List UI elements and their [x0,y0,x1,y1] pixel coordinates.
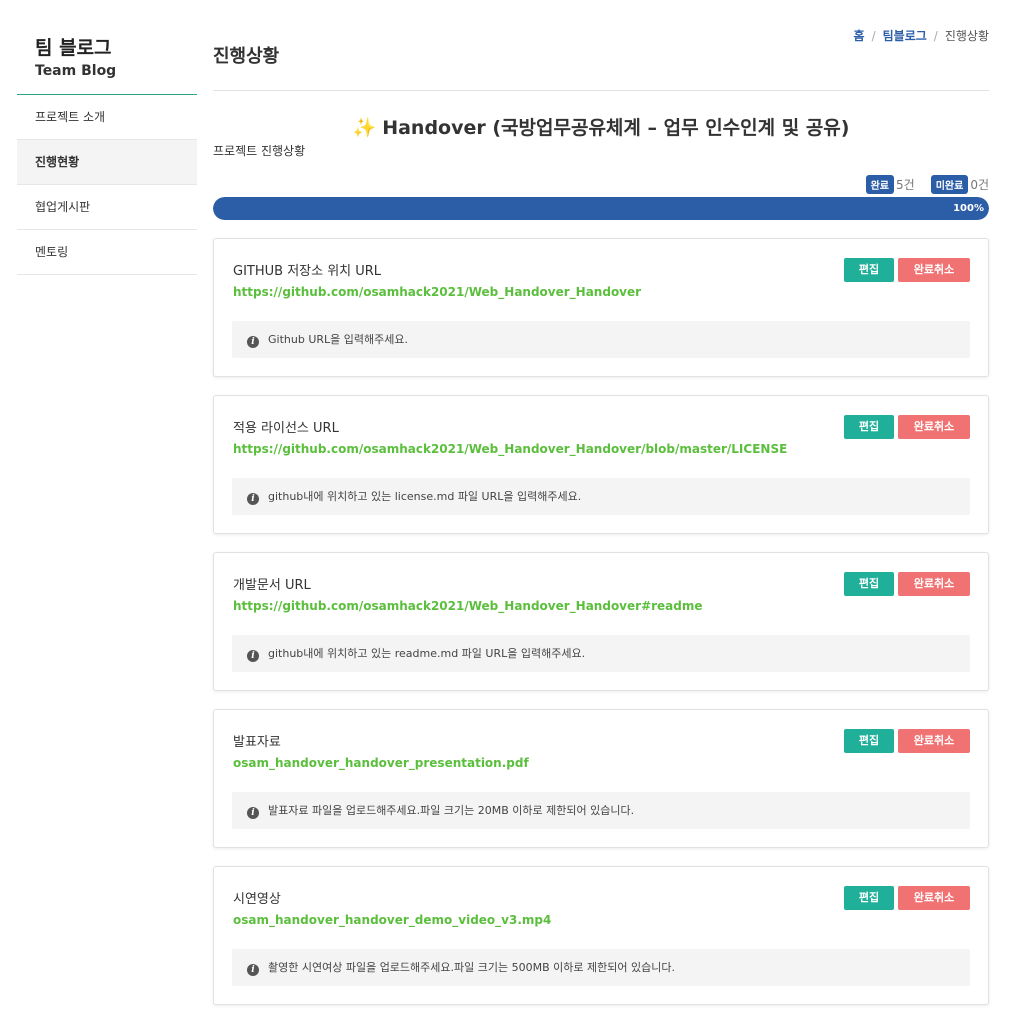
cancel-completion-button[interactable]: 완료취소 [898,258,970,282]
card-hint-text: 촬영한 시연여상 파일을 업로드해주세요.파일 크기는 500MB 이하로 제한… [268,961,675,974]
cancel-completion-button[interactable]: 완료취소 [898,729,970,753]
undone-count: 0건 [970,178,989,192]
card-title: 발표자료 [233,735,281,750]
card-link[interactable]: osam_handover_handover_presentation.pdf [233,756,529,770]
done-count: 5건 [896,178,915,192]
card-actions: 편집 완료취소 [844,572,970,596]
edit-button[interactable]: 편집 [844,572,894,596]
breadcrumb-separator: / [871,29,876,43]
info-icon: i [247,493,259,505]
card-hint: i github내에 위치하고 있는 readme.md 파일 URL을 입력해주… [232,635,970,672]
page-title: 진행상황 [213,46,280,67]
card-actions: 편집 완료취소 [844,886,970,910]
info-icon: i [247,807,259,819]
card-hint-text: github내에 위치하고 있는 readme.md 파일 URL을 입력해주세… [268,647,586,660]
cancel-completion-button[interactable]: 완료취소 [898,886,970,910]
card-link[interactable]: osam_handover_handover_demo_video_v3.mp4 [233,913,551,927]
card-actions: 편집 완료취소 [844,729,970,753]
card-hint-text: Github URL을 입력해주세요. [268,333,408,346]
breadcrumb-team-blog[interactable]: 팀블로그 [883,29,927,43]
card-hint-text: github내에 위치하고 있는 license.md 파일 URL을 입력해주… [268,490,582,503]
sidebar-item-project-intro[interactable]: 프로젝트 소개 [17,95,197,140]
task-card-presentation: 발표자료 osam_handover_handover_presentation… [213,709,989,848]
info-icon: i [247,650,259,662]
sidebar-item-progress[interactable]: 진행현황 [17,140,197,185]
progress-fill: 100% [213,197,989,220]
card-title: GITHUB 저장소 위치 URL [233,264,382,279]
done-badge: 완료 [865,175,895,194]
brand-subtitle: Team Blog [35,63,117,79]
project-title: ✨ Handover (국방업무공유체계 – 업무 인수인계 및 공유) [213,113,989,140]
breadcrumb-separator: / [933,29,938,43]
card-actions: 편집 완료취소 [844,258,970,282]
card-hint: i 촬영한 시연여상 파일을 업로드해주세요.파일 크기는 500MB 이하로 제… [232,949,970,986]
card-title: 개발문서 URL [233,578,311,593]
task-card-license: 적용 라이선스 URL https://github.com/osamhack2… [213,395,989,534]
task-card-github: GITHUB 저장소 위치 URL https://github.com/osa… [213,238,989,377]
cancel-completion-button[interactable]: 완료취소 [898,572,970,596]
brand-title: 팀 블로그 [35,37,112,59]
header-divider [213,90,989,91]
edit-button[interactable]: 편집 [844,886,894,910]
completion-stats: 완료 5건 미완료 0건 [865,175,989,194]
card-title: 적용 라이선스 URL [233,421,339,436]
card-hint: i Github URL을 입력해주세요. [232,321,970,358]
breadcrumb: 홈 / 팀블로그 / 진행상황 [854,27,989,44]
card-hint: i 발표자료 파일을 업로드해주세요.파일 크기는 20MB 이하로 제한되어 있… [232,792,970,829]
task-card-dev-docs: 개발문서 URL https://github.com/osamhack2021… [213,552,989,691]
sidebar-item-mentoring[interactable]: 멘토링 [17,230,197,275]
card-link[interactable]: https://github.com/osamhack2021/Web_Hand… [233,285,641,299]
project-title-text: Handover (국방업무공유체계 – 업무 인수인계 및 공유) [382,117,850,139]
sidebar-item-collab-board[interactable]: 협업게시판 [17,185,197,230]
info-icon: i [247,336,259,348]
card-hint-text: 발표자료 파일을 업로드해주세요.파일 크기는 20MB 이하로 제한되어 있습… [268,804,635,817]
cancel-completion-button[interactable]: 완료취소 [898,415,970,439]
card-link[interactable]: https://github.com/osamhack2021/Web_Hand… [233,442,787,456]
info-icon: i [247,964,259,976]
task-card-demo-video: 시연영상 osam_handover_handover_demo_video_v… [213,866,989,1005]
task-card-list: GITHUB 저장소 위치 URL https://github.com/osa… [213,238,989,1023]
breadcrumb-current: 진행상황 [944,29,989,43]
sparkles-icon: ✨ [352,117,377,139]
card-actions: 편집 완료취소 [844,415,970,439]
progress-bar: 100% [213,197,989,220]
card-link[interactable]: https://github.com/osamhack2021/Web_Hand… [233,599,703,613]
undone-badge: 미완료 [930,175,969,194]
card-hint: i github내에 위치하고 있는 license.md 파일 URL을 입력해… [232,478,970,515]
sidebar: 팀 블로그 Team Blog 프로젝트 소개 진행현황 협업게시판 멘토링 [17,36,197,275]
breadcrumb-home[interactable]: 홈 [854,29,865,43]
edit-button[interactable]: 편집 [844,415,894,439]
card-title: 시연영상 [233,892,281,907]
project-progress-label: 프로젝트 진행상황 [213,144,306,158]
edit-button[interactable]: 편집 [844,258,894,282]
edit-button[interactable]: 편집 [844,729,894,753]
